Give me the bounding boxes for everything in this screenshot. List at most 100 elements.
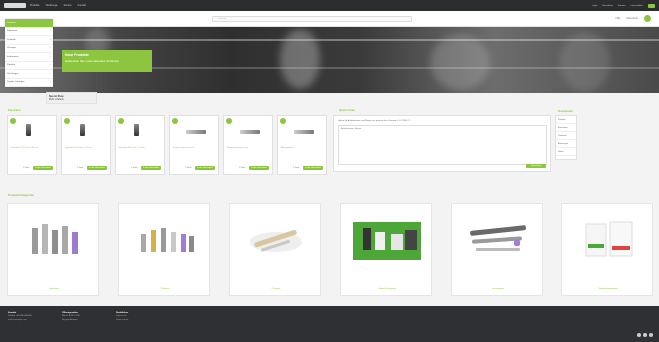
add-to-cart-button[interactable]: In den Warenkorb: [87, 166, 107, 170]
favorite-badge-icon[interactable]: [172, 118, 178, 124]
favorite-badge-icon[interactable]: [10, 118, 16, 124]
category-caption[interactable]: Chirurgie: [230, 288, 322, 290]
top-nav-item[interactable]: Kontakt: [78, 4, 86, 7]
product-image: [134, 124, 139, 136]
download-link[interactable]: Anleitungen: [556, 140, 576, 148]
category-card[interactable]: Implantate: [7, 203, 99, 296]
hero-figure: [430, 35, 490, 90]
product-image: [26, 124, 31, 136]
product-name[interactable]: Abformpfosten: [281, 147, 294, 149]
top-nav-item[interactable]: Werkzeuge: [46, 4, 58, 7]
top-nav-item[interactable]: Produkte: [30, 4, 40, 7]
cart-link[interactable]: Warenkorb: [626, 17, 638, 20]
category-caption[interactable]: Verbrauchsmaterial: [562, 288, 654, 290]
product-card[interactable]: Implantat Ø 3,5 mm / L 10 mm 1 Stück In …: [7, 115, 57, 175]
product-image: [80, 124, 85, 136]
product-card[interactable]: Abformpfosten 1 Stück In den Warenkorb: [277, 115, 327, 175]
side-menu-item[interactable]: Produkte ›: [5, 19, 53, 28]
chevron-right-icon: ›: [50, 21, 51, 24]
category-caption[interactable]: Digitale Lösungen: [341, 288, 433, 290]
implants-image: [32, 224, 78, 254]
footer-link[interactable]: Datenschutz: [116, 319, 166, 322]
download-link[interactable]: Videos: [556, 148, 576, 156]
linkedin-icon[interactable]: [649, 333, 653, 337]
category-caption[interactable]: Prothetik: [119, 288, 211, 290]
product-name[interactable]: Implantat Ø 3,5 mm / L 10 mm: [11, 147, 38, 149]
quick-order-panel: Geben Sie Artikelnummer und Menge ein, g…: [333, 115, 551, 172]
hero-figure: [560, 32, 610, 92]
footer-legal: Rechtliches Impressum Datenschutz: [116, 312, 166, 322]
chevron-right-icon: ›: [50, 72, 51, 75]
social-links: [637, 333, 653, 337]
quick-order-add-button[interactable]: Hinzufügen: [526, 164, 546, 168]
favorite-badge-icon[interactable]: [226, 118, 232, 124]
category-card[interactable]: Prothetik: [118, 203, 210, 296]
top-nav-item[interactable]: Service: [64, 4, 72, 7]
quick-order-textarea[interactable]: [338, 125, 547, 165]
side-menu-item[interactable]: Prothetik ›: [5, 36, 53, 45]
side-menu-label: Zubehör: [7, 64, 16, 67]
favorite-badge-icon[interactable]: [118, 118, 124, 124]
category-caption[interactable]: Instrumente: [452, 288, 544, 290]
add-to-cart-button[interactable]: In den Warenkorb: [195, 166, 215, 170]
download-link[interactable]: Broschüren: [556, 124, 576, 132]
side-menu-item[interactable]: Zubehör ›: [5, 62, 53, 70]
add-to-cart-button[interactable]: In den Warenkorb: [303, 166, 323, 170]
product-image: [294, 130, 314, 134]
side-menu-label: Digitale Lösungen: [7, 81, 25, 84]
category-card[interactable]: Digitale Lösungen: [340, 203, 432, 296]
side-menu-item[interactable]: Instrumente ›: [5, 53, 53, 62]
product-card[interactable]: Eindrehinstrument kurz 1 Stück In den Wa…: [169, 115, 219, 175]
footer-line: Sa geschlossen: [62, 318, 78, 321]
footer: Kontakt Telefon +49 000 000000 info@exam…: [0, 306, 659, 342]
cart-icon[interactable]: [644, 15, 651, 22]
newsletter-link[interactable]: Newsletter: [602, 5, 612, 7]
product-card[interactable]: Eindrehinstrument lang 1 Stück In den Wa…: [223, 115, 273, 175]
download-link[interactable]: Preislisten: [556, 132, 576, 140]
side-menu-item[interactable]: Implantate ›: [5, 28, 53, 36]
download-link[interactable]: Kataloge: [556, 116, 576, 124]
category-card[interactable]: Verbrauchsmaterial: [561, 203, 653, 296]
country-link[interactable]: Land wählen: [631, 5, 643, 7]
side-menu-label: Schulungen: [7, 72, 19, 75]
product-qty: 1 Stück: [77, 167, 84, 169]
help-link[interactable]: Hilfe: [616, 17, 621, 20]
categories-heading: Produkt-Kategorien: [8, 193, 35, 197]
login-link[interactable]: Login: [592, 5, 597, 7]
product-name[interactable]: Eindrehinstrument lang: [227, 147, 248, 149]
product-card[interactable]: Implantat Ø 4,0 mm / L 11 mm 1 Stück In …: [61, 115, 111, 175]
add-to-cart-button[interactable]: In den Warenkorb: [141, 166, 161, 170]
main-header: ⌕ Suchen Hilfe Warenkorb: [0, 11, 659, 27]
consumables-image: [585, 221, 633, 257]
flag-icon[interactable]: [648, 3, 655, 8]
header-actions: Hilfe Warenkorb: [616, 15, 651, 22]
youtube-icon[interactable]: [643, 333, 647, 337]
hero-callout[interactable]: Neue Produkte Entdecken Sie unser aktuel…: [62, 50, 152, 72]
hero-title: Neue Produkte: [65, 53, 89, 57]
side-menu-item[interactable]: Schulungen ›: [5, 70, 53, 79]
product-name[interactable]: Eindrehinstrument kurz: [173, 147, 194, 149]
favorite-badge-icon[interactable]: [280, 118, 286, 124]
add-to-cart-button[interactable]: In den Warenkorb: [249, 166, 269, 170]
brand-logo[interactable]: [4, 3, 26, 8]
product-name[interactable]: Implantat Ø 4,5 mm / L 9 mm: [119, 147, 145, 149]
product-image: [186, 130, 206, 134]
career-link[interactable]: Karriere: [618, 5, 626, 7]
footer-email-link[interactable]: info@example.com: [8, 319, 58, 322]
side-menu-label: Chirurgie: [7, 47, 16, 50]
side-menu-label: Prothetik: [7, 38, 16, 41]
facebook-icon[interactable]: [637, 333, 641, 337]
favorite-badge-icon[interactable]: [64, 118, 70, 124]
category-caption[interactable]: Implantate: [8, 288, 100, 290]
category-card[interactable]: Chirurgie: [229, 203, 321, 296]
add-to-cart-button[interactable]: In den Warenkorb: [33, 166, 53, 170]
top-bar: Produkte Werkzeuge Service Kontakt Login…: [0, 0, 659, 11]
product-card[interactable]: Implantat Ø 4,5 mm / L 9 mm 1 Stück In d…: [115, 115, 165, 175]
new-in-shop-teaser[interactable]: Neu im Shop Mehr erfahren: [46, 92, 97, 104]
category-card[interactable]: Instrumente: [451, 203, 543, 296]
product-image: [240, 130, 260, 134]
side-menu-item[interactable]: Chirurgie ›: [5, 45, 53, 53]
product-name[interactable]: Implantat Ø 4,0 mm / L 11 mm: [65, 147, 92, 149]
search-input[interactable]: ⌕ Suchen: [212, 16, 412, 22]
side-menu-item[interactable]: Digitale Lösungen ›: [5, 79, 53, 87]
